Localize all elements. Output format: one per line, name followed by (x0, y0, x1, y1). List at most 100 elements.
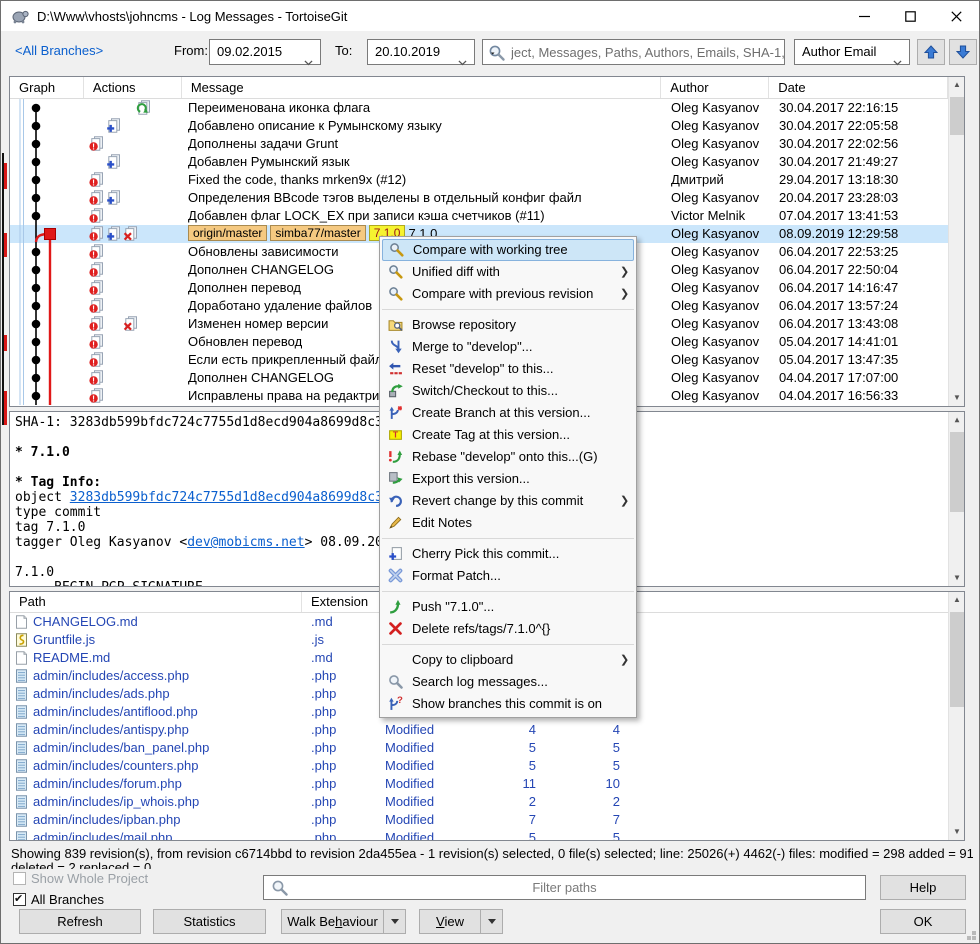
close-button[interactable] (933, 1, 979, 31)
menu-item-revert-change-by-this-commit[interactable]: Revert change by this commit❯ (382, 490, 634, 512)
actions-cell: ! (84, 315, 182, 333)
file-row-admin-includes-counters-php[interactable]: admin/includes/counters.php.phpModified5… (10, 757, 948, 775)
from-label: From: (174, 43, 208, 58)
log-row-1[interactable]: Добавлено описание к Румынскому языкуOle… (10, 117, 948, 135)
status-line-1: Showing 839 revision(s), from revision c… (11, 846, 973, 861)
message-cell: Добавлен флаг LOCK_EX при записи кэша сч… (182, 207, 662, 225)
menu-item-delete-refs-tags-7-1-0[interactable]: Delete refs/tags/7.1.0^{} (382, 618, 634, 640)
author-cell: Oleg Kasyanov (662, 135, 770, 153)
menu-item-label: Reset "develop" to this... (412, 358, 620, 380)
scrollbar-thumb[interactable] (950, 612, 964, 707)
menu-item-show-branches-this-commit-is-on[interactable]: ?Show branches this commit is on (382, 693, 634, 715)
tortoisegit-app-icon (11, 8, 29, 24)
file-path-cell: admin/includes/counters.php (10, 757, 302, 775)
commit-message: Дополнен CHANGELOG (188, 262, 334, 277)
file-path-cell: admin/includes/antiflood.php (10, 703, 302, 721)
file-column-header-path[interactable]: Path (10, 592, 302, 612)
search-down-button[interactable] (949, 39, 977, 65)
author-cell: Oleg Kasyanov (662, 117, 770, 135)
message-cell: Переименована иконка флага (182, 99, 662, 117)
view-button[interactable]: View (419, 909, 503, 934)
resize-grip[interactable] (972, 936, 976, 940)
menu-item-compare-with-working-tree[interactable]: Compare with working tree (382, 239, 634, 261)
menu-item-rebase-develop-onto-this-g[interactable]: Rebase "develop" onto this...(G) (382, 446, 634, 468)
search-mode-combo[interactable]: Author Email (794, 39, 910, 65)
revision-list-scrollbar[interactable]: ▲ ▼ (948, 77, 964, 406)
scroll-up-icon[interactable]: ▲ (949, 77, 965, 93)
show-whole-project-checkbox[interactable]: Show Whole Project (13, 871, 148, 886)
file-row-admin-includes-mail-php[interactable]: admin/includes/mail.php.phpModified55 (10, 829, 948, 840)
search-up-button[interactable] (917, 39, 945, 65)
to-date-combo[interactable]: 20.10.2019 (367, 39, 475, 65)
commit-message-scrollbar[interactable]: ▲ ▼ (948, 412, 964, 586)
from-date-combo[interactable]: 09.02.2015 (209, 39, 321, 65)
file-row-admin-includes-ban-panel-php[interactable]: admin/includes/ban_panel.php.phpModified… (10, 739, 948, 757)
all-branches-link[interactable]: <All Branches> (15, 43, 103, 58)
svg-text:!: ! (92, 250, 95, 259)
log-row-5[interactable]: !Определения BBcode тэгов выделены в отд… (10, 189, 948, 207)
menu-item-edit-notes[interactable]: Edit Notes (382, 512, 634, 534)
commit-text: * Tag Info: (15, 475, 101, 490)
graph-cell (10, 135, 84, 153)
filter-paths-input[interactable] (264, 876, 865, 899)
walk-behaviour-button[interactable]: Walk Behaviour (281, 909, 406, 934)
file-php-icon (14, 687, 29, 701)
commit-message: Дополнен CHANGELOG (188, 370, 334, 385)
log-row-4[interactable]: !Fixed the code, thanks mrken9x (#12)Дми… (10, 171, 948, 189)
action-modified-icon: ! (89, 298, 105, 313)
menu-item-create-tag-at-this-version[interactable]: TCreate Tag at this version... (382, 424, 634, 446)
ok-button[interactable]: OK (880, 909, 966, 934)
graph-cell (10, 153, 84, 171)
menu-item-cherry-pick-this-commit[interactable]: Cherry Pick this commit... (382, 543, 634, 565)
file-row-admin-includes-ipban-php[interactable]: admin/includes/ipban.php.phpModified77 (10, 811, 948, 829)
log-row-6[interactable]: !Добавлен флаг LOCK_EX при записи кэша с… (10, 207, 948, 225)
menu-item-switch-checkout-to-this[interactable]: Switch/Checkout to this... (382, 380, 634, 402)
log-search-input[interactable] (483, 40, 784, 64)
scroll-up-icon[interactable]: ▲ (949, 412, 965, 428)
help-button[interactable]: Help (880, 875, 966, 900)
menu-item-reset-develop-to-this[interactable]: Reset "develop" to this... (382, 358, 634, 380)
log-row-2[interactable]: !Дополнены задачи GruntOleg Kasyanov30.0… (10, 135, 948, 153)
scroll-down-icon[interactable]: ▼ (949, 390, 965, 406)
menu-item-create-branch-at-this-version[interactable]: Create Branch at this version... (382, 402, 634, 424)
file-row-admin-includes-antispy-php[interactable]: admin/includes/antispy.php.phpModified44 (10, 721, 948, 739)
scroll-up-icon[interactable]: ▲ (949, 592, 965, 608)
file-column-header-extension[interactable]: Extension (302, 592, 380, 612)
refresh-button[interactable]: Refresh (19, 909, 141, 934)
pencil-icon (388, 515, 404, 531)
menu-item-merge-to-develop[interactable]: Merge to "develop"... (382, 336, 634, 358)
scroll-down-icon[interactable]: ▼ (949, 824, 965, 840)
menu-item-unified-diff-with[interactable]: Unified diff with❯ (382, 261, 634, 283)
lines-added-cell: 11 (464, 775, 536, 793)
hash-link[interactable]: 3283db599bfdc724c7755d1d8ecd904a8699d8c3 (70, 490, 383, 505)
menu-item-format-patch[interactable]: Format Patch... (382, 565, 634, 587)
log-row-0[interactable]: Переименована иконка флагаOleg Kasyanov3… (10, 99, 948, 117)
column-header-date[interactable]: Date (769, 77, 948, 98)
log-row-3[interactable]: Добавлен Румынский языкOleg Kasyanov30.0… (10, 153, 948, 171)
file-list-scrollbar[interactable]: ▲ ▼ (948, 592, 964, 840)
menu-item-copy-to-clipboard[interactable]: Copy to clipboard❯ (382, 649, 634, 671)
menu-item-search-log-messages[interactable]: Search log messages... (382, 671, 634, 693)
file-row-admin-includes-forum-php[interactable]: admin/includes/forum.php.phpModified1110 (10, 775, 948, 793)
hash-link[interactable]: dev@mobicms.net (187, 535, 304, 550)
scroll-down-icon[interactable]: ▼ (949, 570, 965, 586)
file-row-admin-includes-ip-whois-php[interactable]: admin/includes/ip_whois.php.phpModified2… (10, 793, 948, 811)
column-header-author[interactable]: Author (661, 77, 769, 98)
column-header-graph[interactable]: Graph (10, 77, 84, 98)
column-header-actions[interactable]: Actions (84, 77, 182, 98)
scrollbar-thumb[interactable] (950, 97, 964, 135)
all-branches-checkbox[interactable]: All Branches (13, 892, 104, 907)
statistics-button[interactable]: Statistics (153, 909, 266, 934)
scrollbar-thumb[interactable] (950, 432, 964, 512)
actions-cell (84, 99, 182, 117)
menu-item-export-this-version[interactable]: Export this version... (382, 468, 634, 490)
menu-item-compare-with-previous-revision[interactable]: Compare with previous revision❯ (382, 283, 634, 305)
menu-item-browse-repository[interactable]: Browse repository (382, 314, 634, 336)
maximize-button[interactable] (887, 1, 933, 31)
minimize-button[interactable] (841, 1, 887, 31)
column-header-message[interactable]: Message (182, 77, 661, 98)
view-dropdown[interactable] (480, 910, 502, 933)
dropdown-arrow-icon (391, 919, 399, 924)
walk-behaviour-dropdown[interactable] (383, 910, 405, 933)
menu-item-push-7-1-0[interactable]: Push "7.1.0"... (382, 596, 634, 618)
